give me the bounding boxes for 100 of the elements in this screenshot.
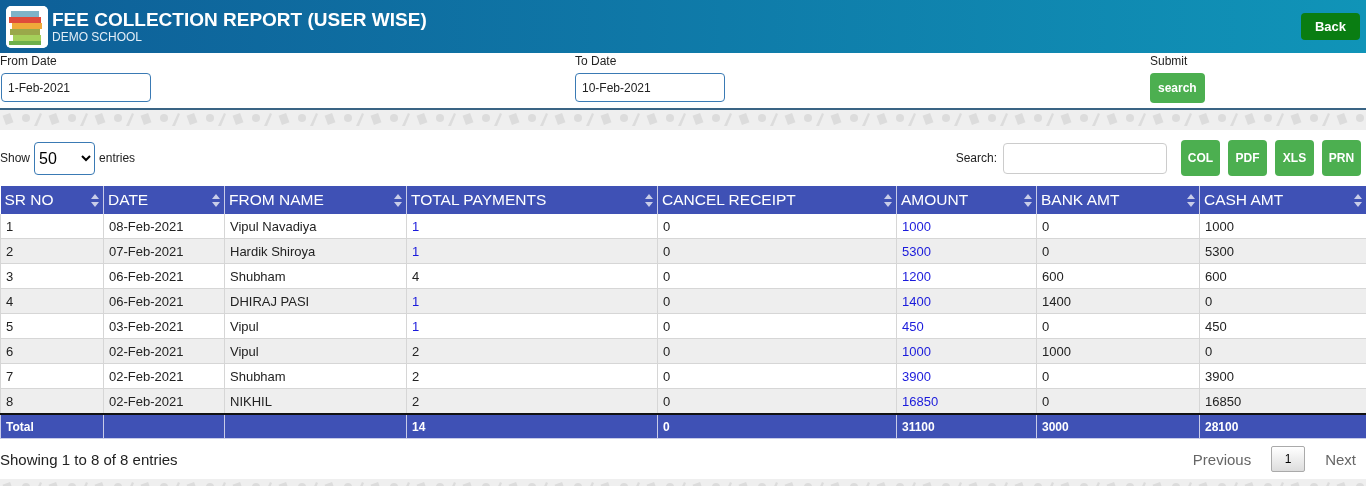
- table-cell: Shubham: [224, 363, 407, 389]
- column-header[interactable]: TOTAL PAYMENTS: [406, 186, 658, 214]
- sort-icon: [645, 193, 653, 207]
- table-cell: 06-Feb-2021: [103, 263, 225, 289]
- books-icon: [6, 5, 48, 48]
- table-cell: 4: [406, 263, 658, 289]
- table-cell: 0: [1036, 238, 1200, 264]
- table-link[interactable]: 1: [406, 288, 658, 314]
- table-cell: 5: [0, 313, 104, 339]
- column-header[interactable]: SR NO: [0, 186, 104, 214]
- table-cell: 0: [657, 338, 897, 364]
- column-header[interactable]: BANK AMT: [1036, 186, 1200, 214]
- table-cell: 600: [1199, 263, 1366, 289]
- table-link[interactable]: 1200: [896, 263, 1037, 289]
- table-link[interactable]: 16850: [896, 388, 1037, 414]
- table-cell: 0: [1036, 363, 1200, 389]
- table-cell: 6: [0, 338, 104, 364]
- table-cell: 3900: [1199, 363, 1366, 389]
- table-cell: 0: [657, 288, 897, 314]
- table-link[interactable]: 1000: [896, 214, 1037, 239]
- sort-icon: [1024, 193, 1032, 207]
- page-title: FEE COLLECTION REPORT (USER WISE): [52, 9, 428, 31]
- total-cell: 28100: [1199, 414, 1366, 439]
- column-header[interactable]: FROM NAME: [224, 186, 407, 214]
- table-cell: 03-Feb-2021: [103, 313, 225, 339]
- table-cell: 0: [1036, 388, 1200, 414]
- table-link[interactable]: 1: [406, 238, 658, 264]
- date-field[interactable]: 1-Feb-2021: [1, 73, 151, 102]
- total-label: Total: [0, 414, 104, 439]
- table-cell: 0: [657, 238, 897, 264]
- table-cell: 450: [1199, 313, 1366, 339]
- table-cell: Shubham: [224, 263, 407, 289]
- column-header[interactable]: DATE: [103, 186, 225, 214]
- field-label: From Date: [0, 54, 58, 68]
- table-cell: 1400: [1036, 288, 1200, 314]
- entries-info: Showing 1 to 8 of 8 entries: [0, 450, 178, 468]
- table-cell: 1000: [1199, 214, 1366, 239]
- table-cell: 0: [657, 214, 897, 239]
- table-link[interactable]: 1400: [896, 288, 1037, 314]
- table-cell: 1: [0, 214, 104, 239]
- next-link[interactable]: Next: [1325, 450, 1356, 468]
- school-name: DEMO SCHOOL: [52, 31, 143, 44]
- table-cell: 600: [1036, 263, 1200, 289]
- total-cell: 14: [406, 414, 658, 439]
- table-cell: 02-Feb-2021: [103, 363, 225, 389]
- table-cell: 07-Feb-2021: [103, 238, 225, 264]
- show-label: Show: [0, 151, 31, 165]
- total-cell: 0: [657, 414, 897, 439]
- table-cell: 0: [657, 313, 897, 339]
- search-label: Search:: [955, 151, 997, 165]
- table-cell: 0: [1199, 338, 1366, 364]
- table-cell: 08-Feb-2021: [103, 214, 225, 239]
- table-cell: 0: [657, 263, 897, 289]
- table-link[interactable]: 1: [406, 214, 658, 239]
- table-cell: 0: [1036, 313, 1200, 339]
- table-cell: DHIRAJ PASI: [224, 288, 407, 314]
- field-label: Submit: [1150, 54, 1189, 68]
- column-header[interactable]: AMOUNT: [896, 186, 1037, 214]
- table-cell: 0: [657, 363, 897, 389]
- entries-label: entries: [99, 151, 136, 165]
- table-link[interactable]: 450: [896, 313, 1037, 339]
- sort-icon: [1354, 193, 1362, 207]
- column-header[interactable]: CASH AMT: [1199, 186, 1366, 214]
- sort-icon: [1187, 193, 1195, 207]
- table-cell: 3: [0, 263, 104, 289]
- table-cell: 06-Feb-2021: [103, 288, 225, 314]
- table-cell: 2: [406, 388, 658, 414]
- sort-icon: [884, 193, 892, 207]
- table-cell: 2: [406, 338, 658, 364]
- previous-link[interactable]: Previous: [1192, 450, 1252, 468]
- table-cell: 0: [657, 388, 897, 414]
- date-field[interactable]: 10-Feb-2021: [575, 73, 725, 102]
- entries-dropdown[interactable]: 50: [34, 141, 96, 175]
- table-cell: 02-Feb-2021: [103, 338, 225, 364]
- table-link[interactable]: 3900: [896, 363, 1037, 389]
- table-cell: Vipul Navadiya: [224, 214, 407, 239]
- table-cell: 5300: [1199, 238, 1366, 264]
- field-label: To Date: [575, 54, 618, 68]
- total-cell: 3000: [1036, 414, 1200, 439]
- sort-icon: [394, 193, 402, 207]
- table-link[interactable]: 1: [406, 313, 658, 339]
- table-cell: 0: [1036, 214, 1200, 239]
- table-cell: Vipul: [224, 313, 407, 339]
- search-field[interactable]: [1003, 142, 1167, 174]
- table-cell: 16850: [1199, 388, 1366, 414]
- table-cell: 1000: [1036, 338, 1200, 364]
- table-cell: Hardik Shiroya: [224, 238, 407, 264]
- table-link[interactable]: 5300: [896, 238, 1037, 264]
- table-cell: 2: [0, 238, 104, 264]
- table-cell: 0: [1199, 288, 1366, 314]
- table-link[interactable]: 1000: [896, 338, 1037, 364]
- back-button[interactable]: Back: [1300, 12, 1360, 40]
- total-cell: 31100: [896, 414, 1037, 439]
- table-cell: 4: [0, 288, 104, 314]
- table-cell: 7: [0, 363, 104, 389]
- sort-icon: [212, 193, 220, 207]
- page-button[interactable]: 1: [1271, 446, 1306, 472]
- table-cell: 8: [0, 388, 104, 414]
- sort-icon: [91, 193, 99, 207]
- column-header[interactable]: CANCEL RECEIPT: [657, 186, 897, 214]
